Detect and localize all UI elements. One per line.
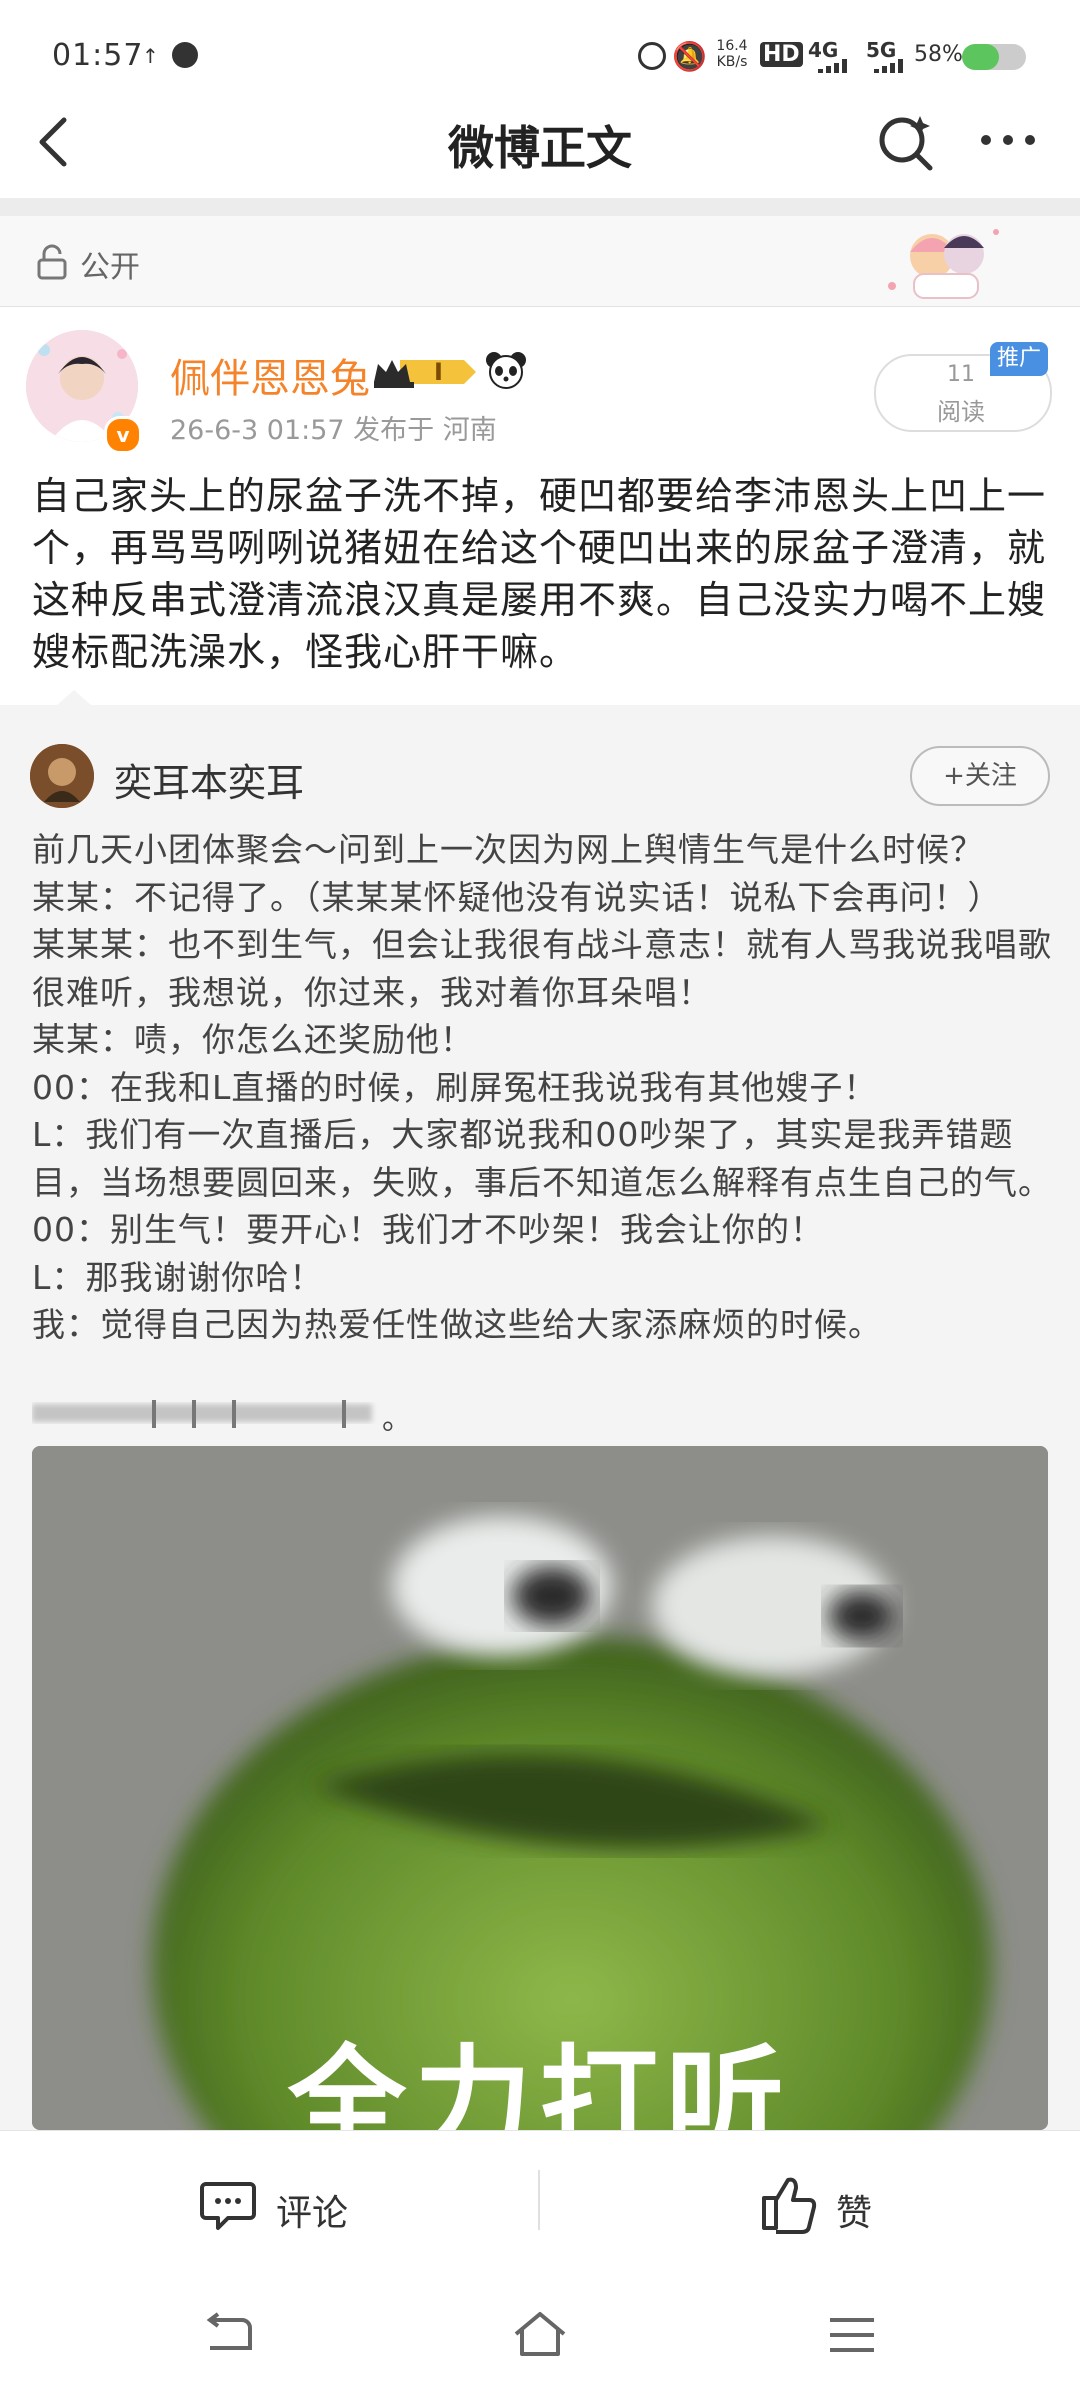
panda-icon <box>484 350 528 390</box>
more-icon[interactable] <box>976 120 1040 160</box>
battery-percent: 58% <box>914 42 963 67</box>
repost-author[interactable]: 奕耳本奕耳 <box>114 752 304 807</box>
repost-line: 00：在我和L直播的时候，刷屏冤枉我说我有其他嫂子！ <box>32 1067 878 1107</box>
author-name[interactable]: 佩伴恩恩兔 <box>170 346 370 404</box>
repost-line: 某某：啧，你怎么还奖励他！ <box>32 1020 474 1059</box>
comment-icon <box>200 2176 256 2232</box>
upload-arrow-icon: ↑ <box>142 44 159 68</box>
blurred-text: 。 <box>32 1394 412 1437</box>
system-menu-icon[interactable] <box>822 2310 882 2360</box>
status-time: 01:57 <box>52 38 144 73</box>
back-icon[interactable] <box>30 112 80 172</box>
meme-caption: 全力打听 <box>287 2033 792 2130</box>
decorative-sticker <box>880 216 1006 300</box>
post-text: 自己家头上的尿盆子洗不掉，硬凹都要给李沛恩头上凹上一个，再骂骂咧咧说猪妞在给这个… <box>32 474 1047 674</box>
visibility-label: 公开 <box>80 250 140 285</box>
meme-image[interactable]: 全力打听 <box>32 1446 1048 2130</box>
post-meta: 26-6-3 01:57 发布于 河南 <box>170 415 497 446</box>
promo-tag[interactable]: 推广 <box>990 342 1048 376</box>
net-speed: 16.4 KB/s <box>714 38 750 70</box>
alarm-icon <box>638 42 666 70</box>
read-label: 阅读 <box>937 398 985 426</box>
blurred-tail: 。 <box>382 1402 412 1437</box>
comment-label: 评论 <box>276 2193 349 2234</box>
repost-line: 我：觉得自己因为热爱任性做这些给大家添麻烦的时候。 <box>32 1305 882 1344</box>
mute-icon: 🔕 <box>672 40 707 73</box>
repost-avatar[interactable] <box>30 744 94 808</box>
section-divider <box>0 198 1080 216</box>
unlock-icon <box>36 244 68 280</box>
repost-text: 前几天小团体聚会～问到上一次因为网上舆情生气是什么时候？ 某某：不记得了。（某某… <box>32 826 1052 1349</box>
battery-icon <box>962 44 1026 70</box>
repost-line: 某某：不记得了。（某某某怀疑他没有说实话！说私下会再问！） <box>32 877 1002 917</box>
repost-line: 00：别生气！要开心！我们才不吵架！我会让你的！ <box>32 1210 824 1249</box>
system-back-icon[interactable] <box>198 2310 258 2360</box>
repost-line: 前几天小团体聚会～问到上一次因为网上舆情生气是什么时候？ <box>32 830 984 869</box>
hd-icon: HD <box>760 42 803 67</box>
follow-button[interactable]: +关注 <box>910 746 1050 806</box>
thumbs-up-icon <box>758 2172 820 2234</box>
net-speed-value: 16.4 <box>716 38 748 54</box>
action-divider <box>538 2170 540 2230</box>
verified-badge-icon: v <box>104 416 142 454</box>
battery-fill <box>962 44 1000 70</box>
net-speed-unit: KB/s <box>716 54 748 70</box>
signal-5g-icon <box>874 58 908 73</box>
like-label: 赞 <box>836 2193 873 2234</box>
signal-4g-icon <box>818 58 852 73</box>
repost-notch <box>56 690 92 706</box>
search-icon[interactable] <box>874 110 938 174</box>
repost-line: L：我们有一次直播后，大家都说我和00吵架了，其实是我弄错题目，当场想要圆回来，… <box>32 1115 1052 1202</box>
member-level: I <box>434 358 443 386</box>
system-home-icon[interactable] <box>510 2310 570 2360</box>
member-crown-badge[interactable]: I <box>370 352 478 392</box>
repost-line: 某某某：也不到生气，但会让我很有战斗意志！就有人骂我说我唱歌很难听，我想说，你过… <box>32 925 1052 1012</box>
clock-app-icon <box>172 42 198 68</box>
repost-line: L：那我谢谢你哈！ <box>32 1257 324 1297</box>
